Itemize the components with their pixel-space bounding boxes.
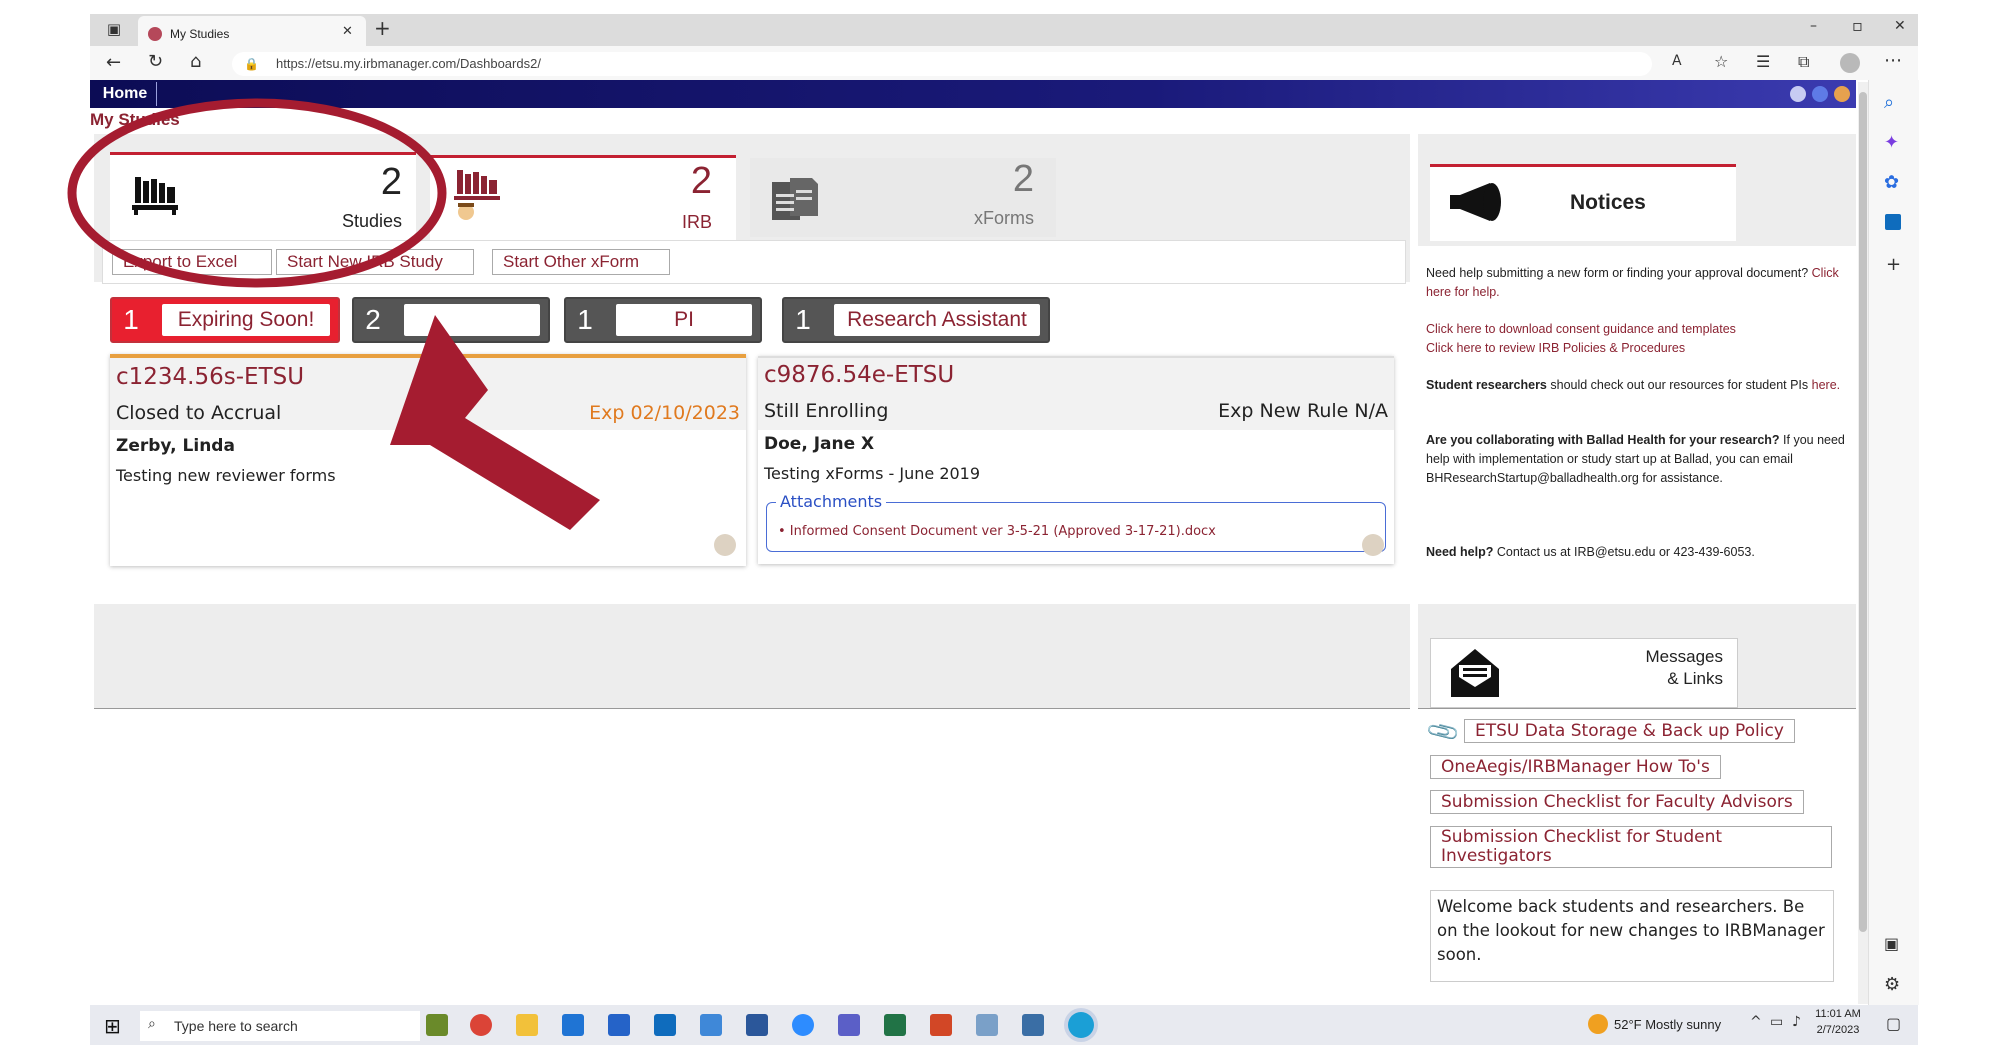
tray-chevron-icon[interactable]: ^ — [1750, 1014, 1762, 1030]
notifications-icon[interactable]: ▢ — [1886, 1014, 1901, 1033]
clock-time[interactable]: 11:01 AM — [1814, 1008, 1862, 1020]
taskbar-search-box[interactable]: ⌕ Type here to search — [140, 1011, 420, 1041]
weather-text[interactable]: 52°F Mostly sunny — [1614, 1017, 1721, 1032]
volume-icon[interactable]: ♪ — [1792, 1014, 1801, 1030]
taskbar-search-icon: ⌕ — [148, 1016, 156, 1032]
weather-icon — [1588, 1014, 1608, 1034]
network-icon[interactable]: ▭ — [1770, 1014, 1783, 1030]
excel-icon[interactable] — [884, 1014, 906, 1036]
teams-icon[interactable] — [838, 1014, 860, 1036]
powerpoint-icon[interactable] — [930, 1014, 952, 1036]
highlight-circle-annotation — [67, 98, 447, 288]
pointer-arrow-annotation — [390, 315, 600, 530]
task-view-icon[interactable] — [426, 1014, 448, 1036]
annotation-overlay — [67, 98, 600, 530]
notes-icon[interactable] — [976, 1014, 998, 1036]
outlook-icon[interactable] — [654, 1014, 676, 1036]
taskbar-search-placeholder: Type here to search — [174, 1018, 298, 1034]
zoom-icon[interactable] — [792, 1014, 814, 1036]
file-explorer-icon[interactable] — [516, 1014, 538, 1036]
todo-icon[interactable] — [700, 1014, 722, 1036]
clock-date[interactable]: 2/7/2023 — [1814, 1024, 1862, 1036]
edge-icon[interactable] — [1068, 1012, 1094, 1038]
mail-icon[interactable] — [562, 1014, 584, 1036]
calendar-icon[interactable] — [608, 1014, 630, 1036]
word-icon[interactable] — [746, 1014, 768, 1036]
chrome-icon[interactable] — [470, 1014, 492, 1036]
windows-start-icon[interactable]: ⊞ — [104, 1014, 121, 1038]
photos-icon[interactable] — [1022, 1014, 1044, 1036]
